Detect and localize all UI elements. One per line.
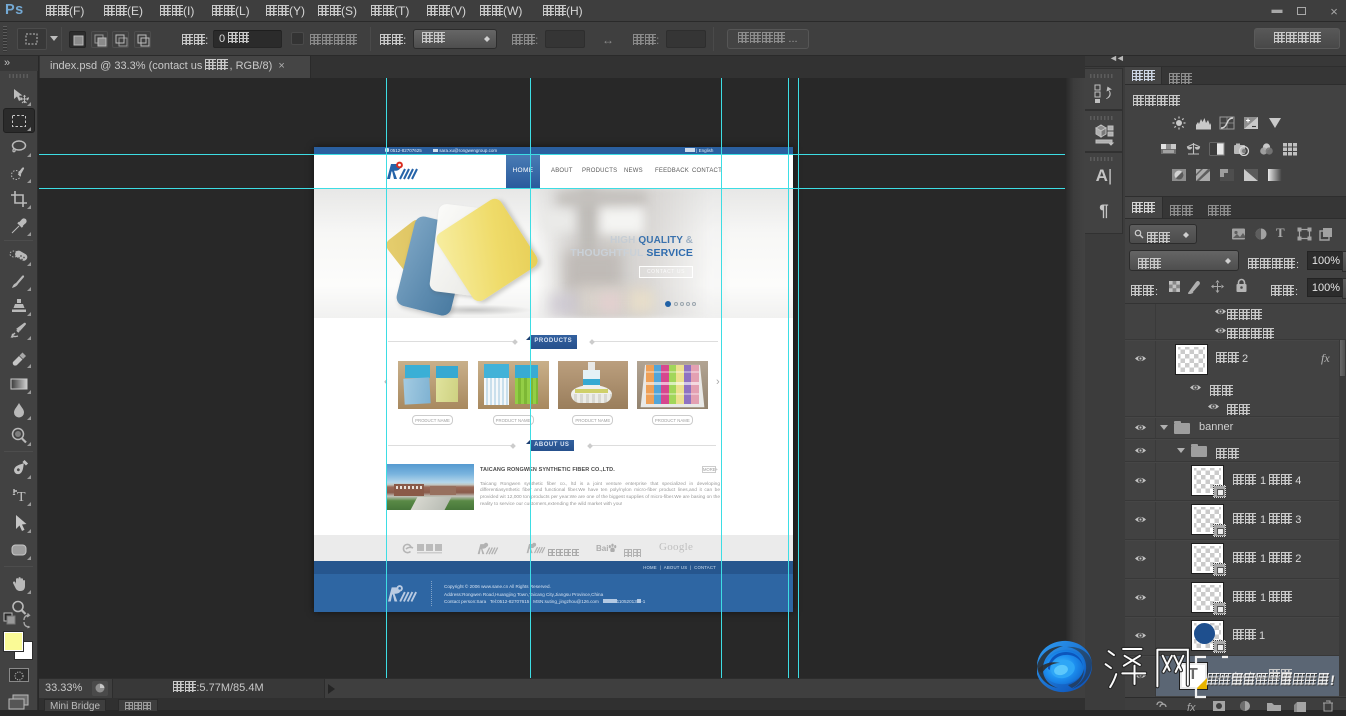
svg-text:T: T bbox=[17, 490, 26, 505]
svg-text:fx: fx bbox=[1187, 702, 1196, 712]
